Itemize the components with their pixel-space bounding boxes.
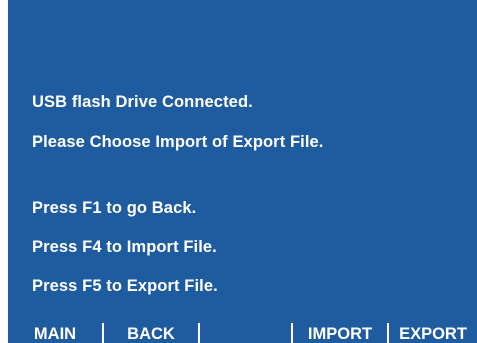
main-screen: USB flash Drive Connected. Please Choose… (8, 0, 477, 323)
help-line-import: Press F4 to Import File. (32, 238, 217, 256)
status-message: USB flash Drive Connected. (32, 93, 253, 111)
help-line-export: Press F5 to Export File. (32, 277, 218, 295)
import-softkey[interactable]: IMPORT (293, 323, 387, 343)
softkey-bar: MAIN BACK IMPORT EXPORT (8, 323, 477, 343)
instruction-message: Please Choose Import of Export File. (32, 133, 324, 151)
export-softkey[interactable]: EXPORT (389, 323, 477, 343)
help-line-back: Press F1 to go Back. (32, 199, 197, 217)
back-softkey[interactable]: BACK (104, 323, 198, 343)
empty-softkey (200, 323, 291, 343)
main-softkey[interactable]: MAIN (8, 323, 102, 343)
